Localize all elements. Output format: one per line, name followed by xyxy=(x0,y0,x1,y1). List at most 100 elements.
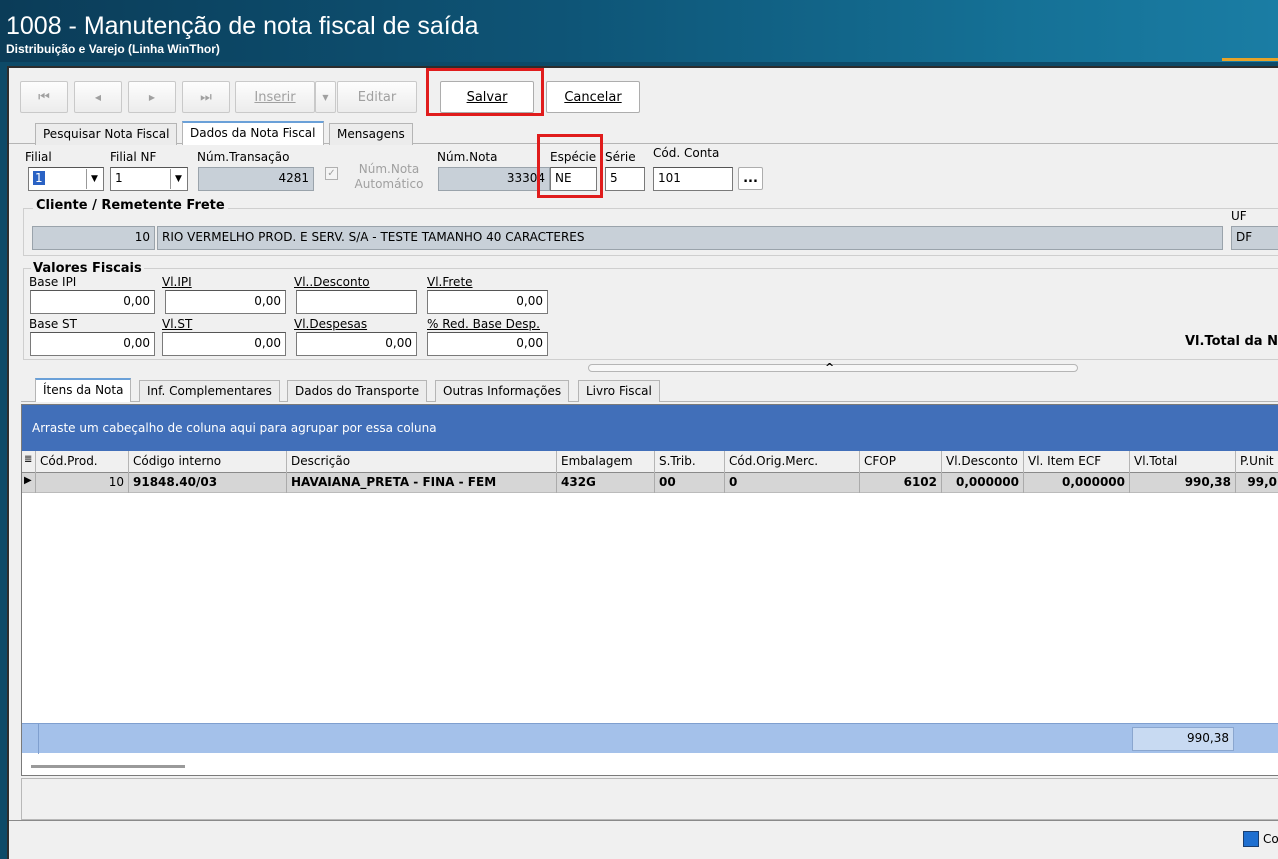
col-vl-desconto[interactable]: Vl.Desconto xyxy=(942,451,1024,473)
col-cfop[interactable]: CFOP xyxy=(860,451,942,473)
legend-color-swatch xyxy=(1243,831,1259,847)
filial-value: 1 xyxy=(33,171,45,185)
vl-st-field[interactable]: 0,00 xyxy=(162,332,286,356)
tab-livro-fiscal[interactable]: Livro Fiscal xyxy=(578,380,660,402)
cell-descricao[interactable]: HAVAIANA_PRETA - FINA - FEM xyxy=(287,473,557,493)
cell-cfop[interactable]: 6102 xyxy=(860,473,942,493)
row-indicator-icon: ▶ xyxy=(22,473,36,493)
filial-nf-value: 1 xyxy=(115,171,123,185)
vl-ipi-label: Vl.IPI xyxy=(162,275,192,289)
legend-label: Co xyxy=(1263,832,1278,846)
next-record-button[interactable]: ▶ xyxy=(128,81,176,113)
uf-field: DF xyxy=(1231,226,1278,250)
col-s-trib[interactable]: S.Trib. xyxy=(655,451,725,473)
inserir-dropdown-button[interactable]: ▼ xyxy=(315,81,336,113)
prev-record-button[interactable]: ◀ xyxy=(74,81,122,113)
vl-total-label: Vl.Total da N xyxy=(1185,334,1278,349)
base-st-label: Base ST xyxy=(29,317,77,331)
table-row[interactable]: ▶ 10 91848.40/03 HAVAIANA_PRETA - FINA -… xyxy=(22,473,1278,493)
tab-inf-complementares[interactable]: Inf. Complementares xyxy=(139,380,280,402)
col-codigo-interno[interactable]: Código interno xyxy=(129,451,287,473)
bottom-panel xyxy=(21,778,1278,820)
vl-ipi-field[interactable]: 0,00 xyxy=(165,290,286,314)
last-icon: ⏭ xyxy=(200,89,212,105)
footer-total-field: 990,38 xyxy=(1132,727,1234,751)
grid-header: ≣ Cód.Prod. Código interno Descrição Emb… xyxy=(22,451,1278,473)
tab-dados-do-transporte[interactable]: Dados do Transporte xyxy=(287,380,428,402)
base-st-field[interactable]: 0,00 xyxy=(30,332,155,356)
title-bar: 1008 - Manutenção de nota fiscal de saíd… xyxy=(0,0,1278,62)
col-vl-item-ecf[interactable]: Vl. Item ECF xyxy=(1024,451,1130,473)
tab-outras-informacoes[interactable]: Outras Informações xyxy=(435,380,570,402)
tab-pesquisar-nota-fiscal[interactable]: Pesquisar Nota Fiscal xyxy=(35,123,178,145)
cell-s-trib[interactable]: 00 xyxy=(655,473,725,493)
cell-vl-desconto[interactable]: 0,000000 xyxy=(942,473,1024,493)
status-divider xyxy=(9,820,1278,821)
group-by-area[interactable]: Arraste um cabeçalho de coluna aqui para… xyxy=(22,405,1278,451)
cliente-code-field: 10 xyxy=(32,226,155,250)
inserir-button[interactable]: Inserir xyxy=(235,81,315,113)
vl-frete-field[interactable]: 0,00 xyxy=(427,290,548,314)
num-nota-auto-label-2: Automático xyxy=(354,177,424,191)
chevron-up-icon: ^ xyxy=(825,361,835,374)
itens-grid[interactable]: Arraste um cabeçalho de coluna aqui para… xyxy=(21,404,1278,776)
chevron-down-icon: ▼ xyxy=(86,169,102,189)
num-nota-auto-checkbox[interactable]: ✓ xyxy=(325,167,338,180)
cod-conta-lookup-button[interactable]: ... xyxy=(738,167,763,190)
chevron-down-icon: ▼ xyxy=(170,169,186,189)
panel-splitter[interactable]: ^ xyxy=(588,361,1078,374)
cod-conta-field[interactable]: 101 xyxy=(653,167,733,191)
col-cod-prod[interactable]: Cód.Prod. xyxy=(36,451,129,473)
col-cod-orig-merc[interactable]: Cód.Orig.Merc. xyxy=(725,451,860,473)
first-icon: ⏮ xyxy=(38,89,50,105)
col-vl-total[interactable]: Vl.Total xyxy=(1130,451,1236,473)
cell-cod-prod[interactable]: 10 xyxy=(36,473,129,493)
cliente-group-label: Cliente / Remetente Frete xyxy=(33,198,228,213)
chevron-down-icon: ▼ xyxy=(322,92,329,102)
first-record-button[interactable]: ⏮ xyxy=(20,81,68,113)
cell-vl-total[interactable]: 990,38 xyxy=(1130,473,1236,493)
especie-highlight xyxy=(537,134,603,198)
red-base-desp-label: % Red. Base Desp. xyxy=(427,317,540,331)
filial-nf-select[interactable]: 1 ▼ xyxy=(110,167,188,191)
filial-label: Filial xyxy=(25,150,52,164)
cod-conta-label: Cód. Conta xyxy=(653,146,720,160)
col-p-unit[interactable]: P.Unit xyxy=(1236,451,1278,473)
tab-dados-da-nota-fiscal[interactable]: Dados da Nota Fiscal xyxy=(182,121,324,145)
cancelar-button[interactable]: Cancelar xyxy=(546,81,640,113)
horizontal-scrollbar[interactable] xyxy=(31,765,185,768)
base-ipi-field[interactable]: 0,00 xyxy=(30,290,155,314)
last-record-button[interactable]: ⏭ xyxy=(182,81,230,113)
main-window: ⏮ ◀ ▶ ⏭ Inserir ▼ Editar Salvar Cancelar… xyxy=(7,66,1278,859)
col-descricao[interactable]: Descrição xyxy=(287,451,557,473)
inserir-label: Inserir xyxy=(254,89,296,105)
cell-p-unit[interactable]: 99,0 xyxy=(1236,473,1278,493)
cell-vl-item-ecf[interactable]: 0,000000 xyxy=(1024,473,1130,493)
salvar-highlight xyxy=(426,68,544,116)
num-transacao-field: 4281 xyxy=(198,167,314,191)
red-base-desp-field[interactable]: 0,00 xyxy=(427,332,548,356)
tab-mensagens[interactable]: Mensagens xyxy=(329,123,413,145)
editar-button[interactable]: Editar xyxy=(337,81,417,113)
cliente-name-field: RIO VERMELHO PROD. E SERV. S/A - TESTE T… xyxy=(157,226,1223,250)
cell-embalagem[interactable]: 432G xyxy=(557,473,655,493)
tab-itens-da-nota[interactable]: Ítens da Nota xyxy=(35,378,132,402)
num-nota-label: Núm.Nota xyxy=(437,150,498,164)
cell-cod-orig-merc[interactable]: 0 xyxy=(725,473,860,493)
serie-label: Série xyxy=(605,150,636,164)
window-subtitle: Distribuição e Varejo (Linha WinThor) xyxy=(6,42,220,56)
column-chooser-icon[interactable]: ≣ xyxy=(22,451,36,473)
vl-despesas-field[interactable]: 0,00 xyxy=(296,332,417,356)
vl-desconto-label: Vl..Desconto xyxy=(294,275,370,289)
vl-despesas-label: Vl.Despesas xyxy=(294,317,368,331)
editar-label: Editar xyxy=(357,89,397,105)
base-ipi-label: Base IPI xyxy=(29,275,77,289)
cancelar-label: Cancelar xyxy=(564,89,622,105)
serie-field[interactable]: 5 xyxy=(605,167,645,191)
window-title: 1008 - Manutenção de nota fiscal de saíd… xyxy=(6,12,479,40)
vl-st-label: Vl.ST xyxy=(162,317,193,331)
col-embalagem[interactable]: Embalagem xyxy=(557,451,655,473)
filial-select[interactable]: 1 ▼ xyxy=(28,167,104,191)
vl-desconto-field[interactable] xyxy=(296,290,417,314)
cell-codigo-interno[interactable]: 91848.40/03 xyxy=(129,473,287,493)
